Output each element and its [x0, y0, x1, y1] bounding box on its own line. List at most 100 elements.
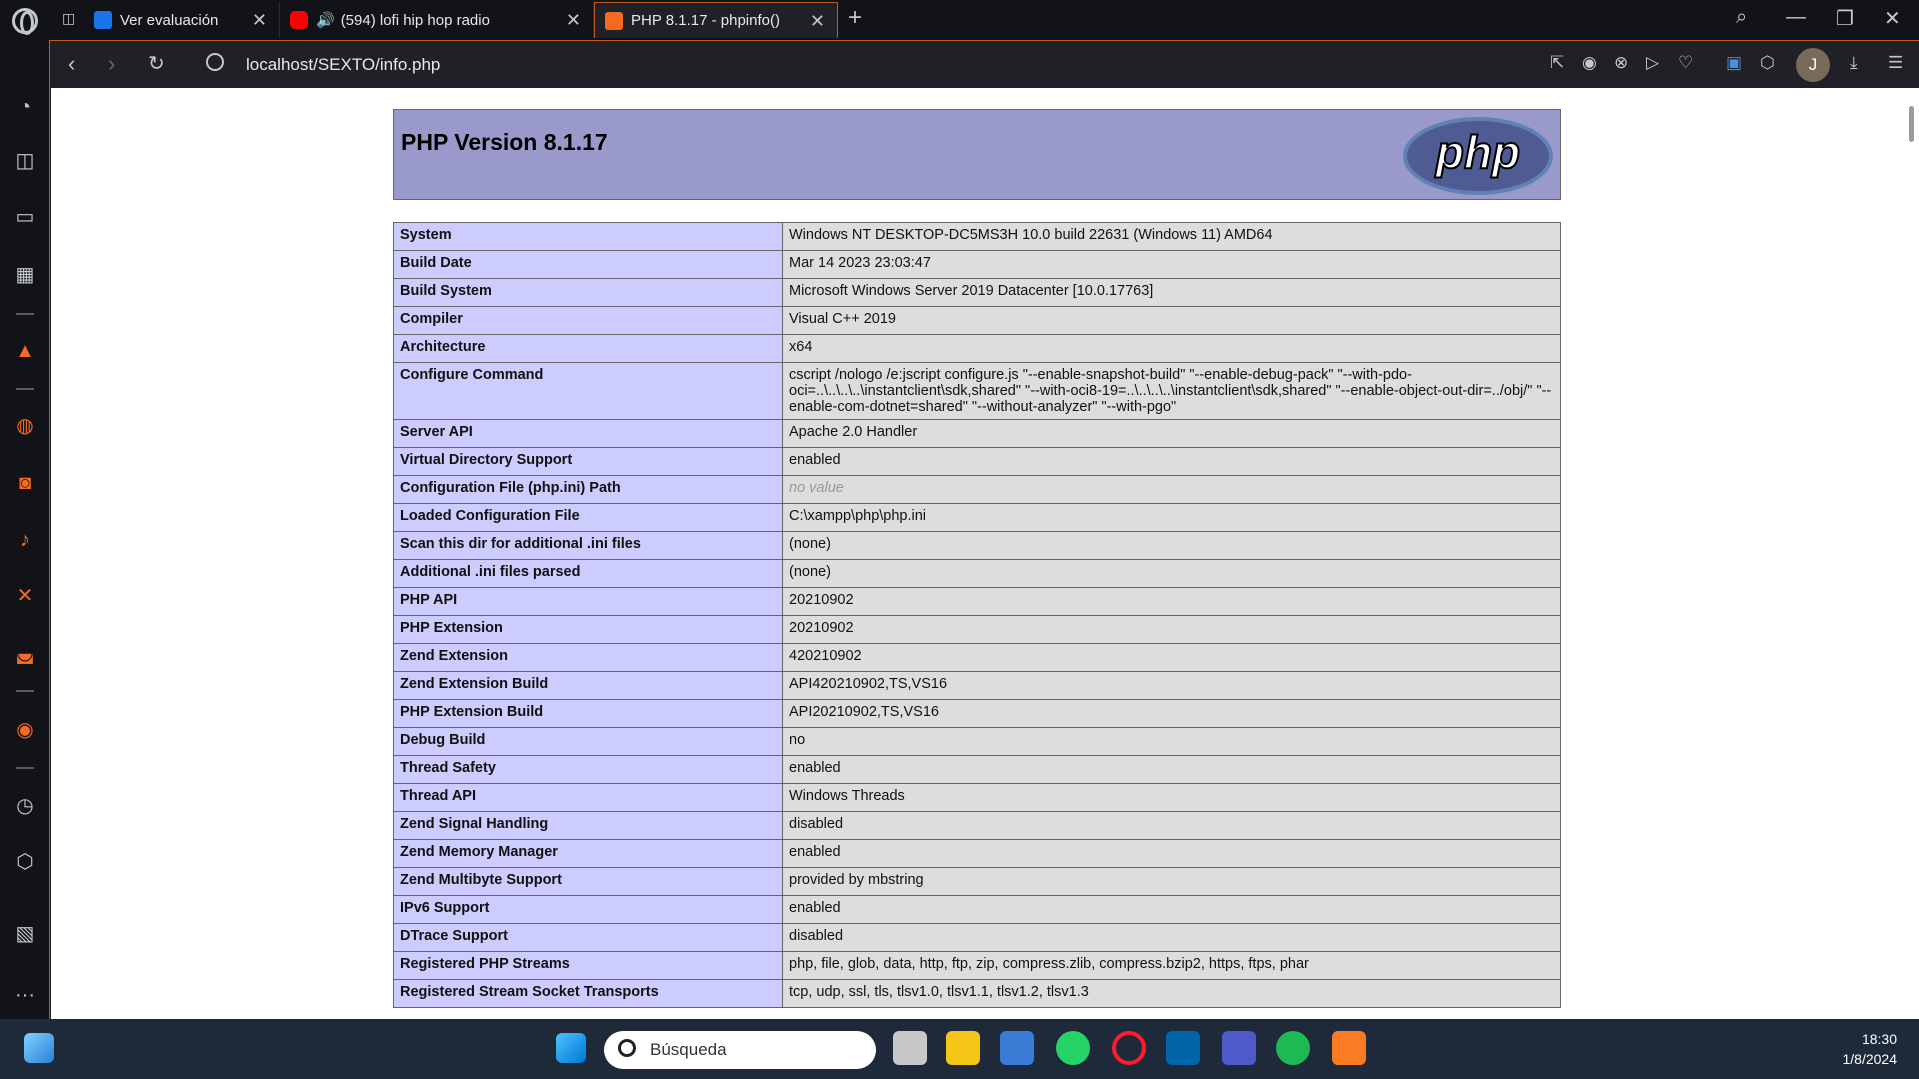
row-value: (none) — [782, 531, 1561, 560]
php-version-header: PHP Version 8.1.17 php — [393, 109, 1561, 200]
speed-dial-icon[interactable]: ◔ — [12, 94, 38, 120]
url-field[interactable]: localhost/SEXTO/info.php — [246, 55, 440, 75]
extensions-icon[interactable]: ⬡ — [1760, 53, 1775, 73]
twitch-icon[interactable]: ▭ — [12, 204, 38, 230]
row-value: 420210902 — [782, 643, 1561, 672]
system-clock[interactable]: 18:30 1/8/2024 — [1843, 1029, 1898, 1069]
row-value: disabled — [782, 923, 1561, 952]
share-icon[interactable]: ⇱ — [1550, 53, 1564, 73]
cube-icon[interactable]: ⬡ — [12, 849, 38, 875]
row-key: Scan this dir for additional .ini files — [393, 531, 783, 560]
search-icon — [618, 1039, 636, 1057]
table-row: Zend Signal Handling disabled — [393, 811, 1561, 840]
widgets-icon[interactable] — [24, 1033, 54, 1063]
forward-button[interactable]: › — [108, 51, 115, 77]
row-key: System — [393, 222, 783, 251]
tab-phpinfo[interactable]: PHP 8.1.17 - phpinfo() ✕ — [594, 2, 838, 38]
back-button[interactable]: ‹ — [68, 51, 75, 77]
gamepad-icon[interactable]: ◫ — [62, 10, 84, 30]
close-tab-icon[interactable]: ✕ — [252, 10, 267, 31]
row-value: tcp, udp, ssl, tls, tlsv1.0, tlsv1.1, tl… — [782, 979, 1561, 1008]
history-icon[interactable]: ◷ — [12, 793, 38, 819]
sidebar-divider — [16, 767, 34, 769]
wallpaper-icon[interactable]: ▧ — [12, 921, 38, 947]
row-key: IPv6 Support — [393, 895, 783, 924]
reload-button[interactable]: ↻ — [148, 51, 165, 76]
scrollbar[interactable] — [1904, 88, 1919, 1019]
spotify-taskbar-icon[interactable] — [1276, 1031, 1310, 1065]
cpu-limiter-icon[interactable]: ▦ — [12, 262, 38, 288]
store-icon[interactable] — [1000, 1031, 1034, 1065]
easy-setup-icon[interactable]: ☰ — [1888, 53, 1903, 73]
adblock-icon[interactable]: ⊗ — [1614, 53, 1628, 73]
row-value: Windows NT DESKTOP-DC5MS3H 10.0 build 22… — [782, 222, 1561, 251]
snapshot-icon[interactable]: ◉ — [1582, 53, 1597, 73]
tiktok-icon[interactable]: ♪ — [12, 527, 38, 553]
row-key: Zend Extension — [393, 643, 783, 672]
tab-title: PHP 8.1.17 - phpinfo() — [631, 12, 780, 29]
opera-gx-icon[interactable] — [1112, 1031, 1146, 1065]
start-icon[interactable] — [556, 1033, 586, 1063]
address-bar: ‹ › ↻ localhost/SEXTO/info.php ⇱ ◉ ⊗ ▷ ♡… — [50, 40, 1919, 88]
aria-icon[interactable]: ▲ — [12, 338, 38, 364]
tab-favicon-icon — [94, 11, 112, 29]
clock-time: 18:30 — [1861, 1031, 1897, 1047]
profile-avatar[interactable]: J — [1796, 48, 1830, 82]
web-content: PHP Version 8.1.17 php System Windows NT … — [51, 88, 1904, 1019]
row-value: enabled — [782, 895, 1561, 924]
file-explorer-icon[interactable] — [946, 1031, 980, 1065]
row-key: Zend Memory Manager — [393, 839, 783, 868]
instagram-icon[interactable]: ◙ — [12, 470, 38, 496]
row-key: Thread API — [393, 783, 783, 812]
discord-icon[interactable]: ◛ — [12, 640, 38, 666]
row-value: C:\xampp\php\php.ini — [782, 503, 1561, 532]
table-row: Configure Command cscript /nologo /e:jscr… — [393, 362, 1561, 420]
more-icon[interactable]: ··· — [12, 982, 38, 1008]
table-row: Build System Microsoft Windows Server 201… — [393, 278, 1561, 307]
site-info-icon[interactable] — [206, 53, 224, 71]
row-value: 20210902 — [782, 587, 1561, 616]
restore-button[interactable]: ❐ — [1836, 6, 1854, 31]
tab-ver-evaluacion[interactable]: Ver evaluación ✕ — [84, 2, 280, 38]
tab-youtube[interactable]: 🔊 (594) lofi hip hop radio ✕ — [280, 2, 594, 38]
translate-icon[interactable]: ▣ — [1726, 53, 1742, 73]
row-key: Configuration File (php.ini) Path — [393, 475, 783, 504]
taskbar-search[interactable]: Búsqueda — [604, 1031, 876, 1069]
shopping-bag-icon[interactable]: ◫ — [12, 148, 38, 174]
new-tab-button[interactable]: + — [848, 4, 862, 32]
close-window-button[interactable]: ✕ — [1884, 6, 1901, 31]
download-icon[interactable]: ⤓ — [1850, 53, 1858, 73]
task-view-icon[interactable] — [893, 1031, 927, 1065]
clock-date: 1/8/2024 — [1842, 1051, 1898, 1067]
row-key: Virtual Directory Support — [393, 447, 783, 476]
messenger-icon[interactable]: ◍ — [12, 413, 38, 439]
table-row: Virtual Directory Support enabled — [393, 447, 1561, 476]
row-value: API20210902,TS,VS16 — [782, 699, 1561, 728]
row-value: Mar 14 2023 23:03:47 — [782, 250, 1561, 279]
page-title: PHP Version 8.1.17 — [401, 129, 608, 155]
row-key: Build Date — [393, 250, 783, 279]
whatsapp-icon[interactable] — [1056, 1031, 1090, 1065]
close-tab-icon[interactable]: ✕ — [566, 10, 581, 31]
xampp-taskbar-icon[interactable] — [1332, 1031, 1366, 1065]
minimize-button[interactable]: — — [1786, 6, 1806, 29]
close-tab-icon[interactable]: ✕ — [810, 11, 825, 32]
row-value: no value — [782, 475, 1561, 504]
tab-title: Ver evaluación — [120, 11, 219, 29]
opera-menu-icon[interactable] — [12, 8, 38, 35]
table-row: Zend Memory Manager enabled — [393, 839, 1561, 868]
speaker-icon[interactable]: 🔊 — [316, 11, 335, 29]
heart-icon[interactable]: ♡ — [1678, 53, 1693, 73]
spotify-icon[interactable]: ◉ — [12, 717, 38, 743]
x-twitter-icon[interactable]: ✕ — [12, 583, 38, 609]
row-value: enabled — [782, 755, 1561, 784]
sidebar: ◔ ◫ ▭ ▦ ▲ ◍ ◙ ♪ ✕ ◛ ◉ ◷ ⬡ ▧ ··· — [0, 40, 50, 1020]
table-row: System Windows NT DESKTOP-DC5MS3H 10.0 bu… — [393, 222, 1561, 251]
vscode-icon[interactable] — [1166, 1031, 1200, 1065]
teams-icon[interactable] — [1222, 1031, 1256, 1065]
send-icon[interactable]: ▷ — [1646, 53, 1659, 73]
scrollbar-thumb[interactable] — [1909, 106, 1914, 142]
search-tabs-icon[interactable]: ⌕ — [1736, 6, 1747, 29]
row-value: no — [782, 727, 1561, 756]
row-key: DTrace Support — [393, 923, 783, 952]
